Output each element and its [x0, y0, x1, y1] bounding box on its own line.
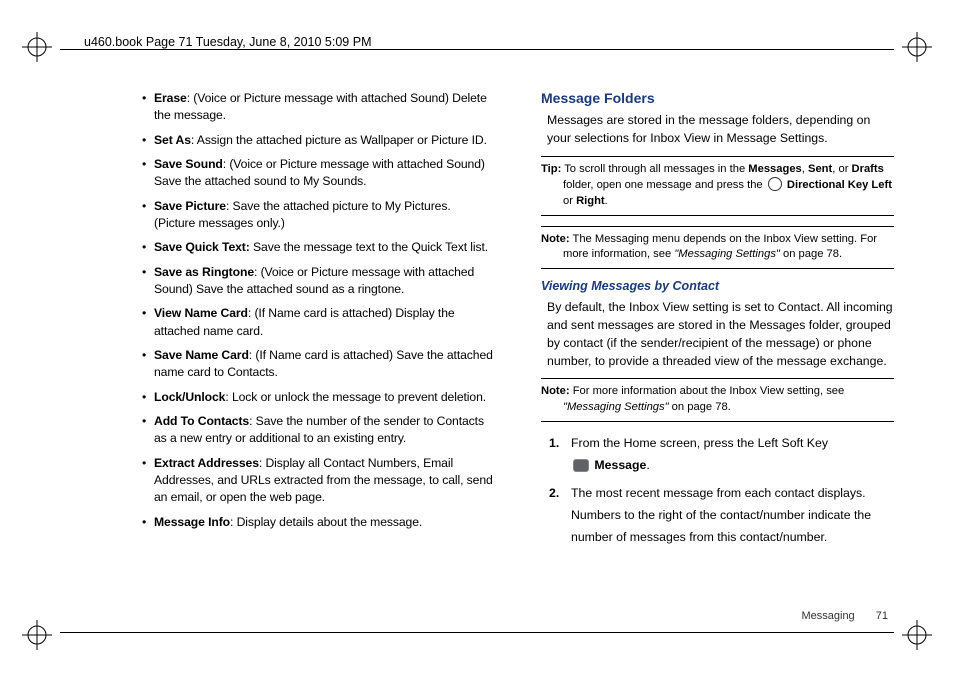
steps-list: From the Home screen, press the Left Sof… — [541, 432, 894, 549]
list-item: Extract Addresses: Display all Contact N… — [154, 455, 493, 507]
list-item: View Name Card: (If Name card is attache… — [154, 305, 493, 340]
note-block: Note: For more information about the Inb… — [541, 378, 894, 421]
left-column: Erase: (Voice or Picture message with at… — [140, 90, 501, 626]
bold: Drafts — [852, 163, 884, 175]
bold: Message — [594, 458, 646, 472]
cross-ref: "Messaging Settings" — [563, 401, 669, 413]
crop-mark-tl — [22, 32, 52, 62]
bold: Sent — [808, 163, 832, 175]
section-name: Messaging — [801, 610, 854, 622]
tip-block: Tip: To scroll through all messages in t… — [541, 156, 894, 216]
framemaker-header: u460.book Page 71 Tuesday, June 8, 2010 … — [80, 35, 375, 49]
term: View Name Card — [154, 306, 248, 320]
text: folder, open one message and press the — [563, 179, 766, 191]
text: From the Home screen, press the Left Sof… — [571, 436, 828, 450]
text: To scroll through all messages in the — [561, 163, 748, 175]
page-number: 71 — [876, 610, 888, 622]
step-item: From the Home screen, press the Left Sof… — [571, 432, 894, 476]
term: Save Name Card — [154, 348, 249, 362]
term: Message Info — [154, 515, 230, 529]
crop-mark-tr — [902, 32, 932, 62]
intro-paragraph: Messages are stored in the message folde… — [541, 112, 894, 148]
list-item: Save Name Card: (If Name card is attache… — [154, 347, 493, 382]
desc: Save the message text to the Quick Text … — [250, 240, 488, 254]
crop-mark-br — [902, 620, 932, 650]
text: on page 78. — [669, 401, 731, 413]
term: Save as Ringtone — [154, 265, 254, 279]
term: Set As — [154, 133, 191, 147]
options-list: Erase: (Voice or Picture message with at… — [140, 90, 493, 531]
desc: : Lock or unlock the message to prevent … — [225, 390, 486, 404]
list-item: Save Picture: Save the attached picture … — [154, 198, 493, 233]
text: For more information about the Inbox Vie… — [570, 385, 845, 397]
list-item: Lock/Unlock: Lock or unlock the message … — [154, 389, 493, 406]
list-item: Save as Ringtone: (Voice or Picture mess… — [154, 264, 493, 299]
term: Lock/Unlock — [154, 390, 225, 404]
term: Extract Addresses — [154, 456, 259, 470]
frame-border-bottom — [60, 632, 894, 633]
frame-border-top — [60, 49, 894, 50]
list-item: Message Info: Display details about the … — [154, 514, 493, 531]
term: Save Quick Text: — [154, 240, 250, 254]
term: Erase — [154, 91, 187, 105]
list-item: Save Quick Text: Save the message text t… — [154, 239, 493, 256]
tip-label: Tip: — [541, 163, 561, 175]
right-column: Message Folders Messages are stored in t… — [533, 90, 894, 626]
term: Save Picture — [154, 199, 226, 213]
note-label: Note: — [541, 385, 570, 397]
text: or — [563, 195, 576, 207]
list-item: Erase: (Voice or Picture message with at… — [154, 90, 493, 125]
text: , or — [832, 163, 851, 175]
navigation-ring-icon — [768, 177, 782, 191]
page-content: Erase: (Voice or Picture message with at… — [140, 90, 894, 626]
text: on page 78. — [780, 248, 842, 260]
bold: Messages — [748, 163, 802, 175]
section-heading: Message Folders — [541, 90, 894, 106]
body-paragraph: By default, the Inbox View setting is se… — [541, 299, 894, 370]
note-label: Note: — [541, 233, 570, 245]
page-footer: Messaging 71 — [801, 610, 888, 622]
cross-ref: "Messaging Settings" — [674, 248, 780, 260]
text: . — [605, 195, 608, 207]
term: Add To Contacts — [154, 414, 249, 428]
term: Save Sound — [154, 157, 223, 171]
step-item: The most recent message from each contac… — [571, 482, 894, 548]
list-item: Add To Contacts: Save the number of the … — [154, 413, 493, 448]
desc: : Display details about the message. — [230, 515, 422, 529]
desc: : (Voice or Picture message with attache… — [154, 91, 487, 122]
subsection-heading: Viewing Messages by Contact — [541, 279, 894, 293]
list-item: Save Sound: (Voice or Picture message wi… — [154, 156, 493, 191]
note-block: Note: The Messaging menu depends on the … — [541, 226, 894, 269]
bold: Right — [576, 195, 605, 207]
soft-key-icon — [573, 459, 589, 472]
crop-mark-bl — [22, 620, 52, 650]
list-item: Set As: Assign the attached picture as W… — [154, 132, 493, 149]
bold: Directional Key Left — [787, 179, 892, 191]
text: . — [646, 458, 649, 472]
desc: : Assign the attached picture as Wallpap… — [191, 133, 487, 147]
text: The most recent message from each contac… — [571, 486, 871, 544]
